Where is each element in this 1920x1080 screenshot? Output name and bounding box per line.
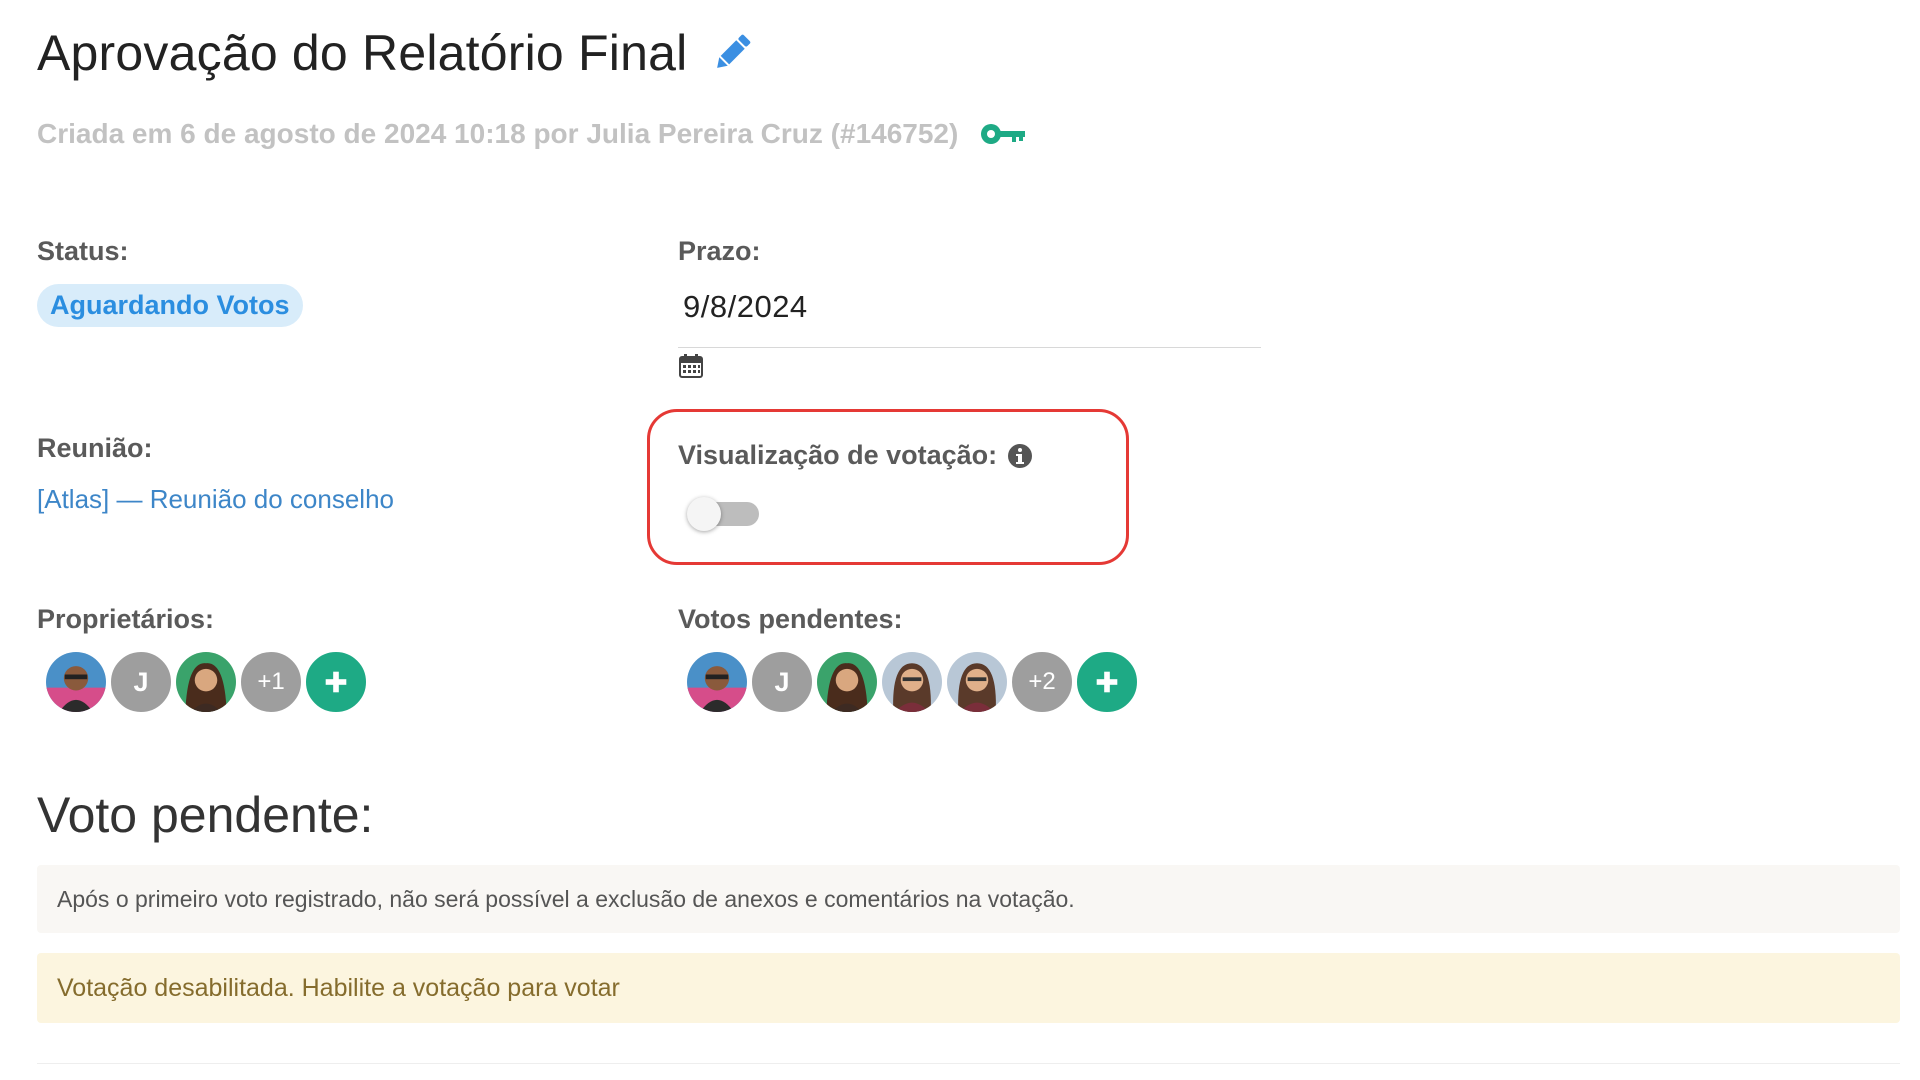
voting-visibility-label: Visualização de votação: xyxy=(678,440,998,470)
avatar-initial: J xyxy=(133,666,149,697)
voting-visibility-highlight xyxy=(647,409,1129,565)
vote-detail-page: Aprovação do Relatório Final Criada em 6… xyxy=(0,0,1920,1080)
deadline-value: 9/8/2024 xyxy=(683,289,808,324)
pending-vote-section-title: Voto pendente: xyxy=(37,787,374,843)
owner-avatar[interactable] xyxy=(44,650,108,714)
voter-avatar[interactable] xyxy=(685,650,749,714)
voting-visibility-toggle[interactable] xyxy=(687,497,763,531)
owners-avatar-list: J +1 xyxy=(44,650,369,714)
plus-icon xyxy=(1096,671,1118,693)
pending-votes-avatar-list: J +2 xyxy=(685,650,1140,714)
voting-visibility-label-row: Visualização de votação: xyxy=(678,440,1033,471)
deadline-date-input[interactable]: 9/8/2024 xyxy=(678,283,1261,348)
status-badge: Aguardando Votos xyxy=(37,284,303,327)
owner-avatar[interactable]: J xyxy=(109,650,173,714)
meeting-label: Reunião: xyxy=(37,433,153,463)
more-count: +2 xyxy=(1028,668,1056,695)
key-icon xyxy=(981,124,1026,144)
status-label: Status: xyxy=(37,236,129,266)
add-owner-button[interactable] xyxy=(304,650,368,714)
created-info-row: Criada em 6 de agosto de 2024 10:18 por … xyxy=(37,118,1026,150)
user-photo-icon xyxy=(817,652,877,712)
created-info: Criada em 6 de agosto de 2024 10:18 por … xyxy=(37,118,959,149)
plus-icon xyxy=(325,671,347,693)
owners-label: Proprietários: xyxy=(37,604,215,634)
user-photo-icon xyxy=(46,652,106,712)
toggle-knob xyxy=(687,497,721,531)
pending-votes-label: Votos pendentes: xyxy=(678,604,903,634)
voters-more-badge[interactable]: +2 xyxy=(1010,650,1074,714)
user-photo-icon xyxy=(687,652,747,712)
pencil-icon[interactable] xyxy=(709,30,755,76)
user-photo-icon xyxy=(176,652,236,712)
owner-avatar[interactable] xyxy=(174,650,238,714)
user-photo-icon xyxy=(947,652,1007,712)
more-count: +1 xyxy=(257,668,285,695)
voter-avatar[interactable]: J xyxy=(750,650,814,714)
vote-notice-banner: Após o primeiro voto registrado, não ser… xyxy=(37,865,1900,933)
title-row: Aprovação do Relatório Final xyxy=(37,24,755,82)
divider xyxy=(37,1063,1900,1064)
voter-avatar[interactable] xyxy=(880,650,944,714)
avatar-initial: J xyxy=(774,666,790,697)
voting-disabled-alert: Votação desabilitada. Habilite a votação… xyxy=(37,953,1900,1023)
add-voter-button[interactable] xyxy=(1075,650,1139,714)
vote-notice-text: Após o primeiro voto registrado, não ser… xyxy=(57,885,1075,912)
page-title: Aprovação do Relatório Final xyxy=(37,25,688,81)
voter-avatar[interactable] xyxy=(945,650,1009,714)
owners-more-badge[interactable]: +1 xyxy=(239,650,303,714)
voting-disabled-text: Votação desabilitada. Habilite a votação… xyxy=(57,973,620,1002)
calendar-icon[interactable] xyxy=(678,353,704,379)
user-photo-icon xyxy=(882,652,942,712)
voter-avatar[interactable] xyxy=(815,650,879,714)
info-icon[interactable] xyxy=(1007,443,1033,469)
meeting-link[interactable]: [Atlas] — Reunião do conselho xyxy=(37,484,394,515)
deadline-label: Prazo: xyxy=(678,236,761,266)
